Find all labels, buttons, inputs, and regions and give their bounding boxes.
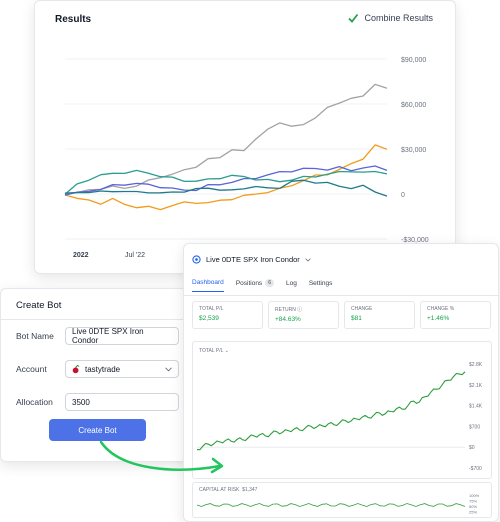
cherry-logo-icon <box>72 364 80 373</box>
y-tick-label: $90,000 <box>401 57 426 64</box>
total-pl-label[interactable]: TOTAL P/L ⌄ <box>199 348 229 354</box>
chevron-down-icon <box>305 257 311 262</box>
y-tick-label: 100% <box>469 493 480 498</box>
tab-log-label: Log <box>285 279 297 287</box>
x-tick-label: 2022 <box>73 252 89 259</box>
stat-return: RETURN ⓘ +84.63% <box>268 301 339 329</box>
y-tick-label: 50% <box>469 504 477 509</box>
stat-value: +84.63% <box>275 316 301 323</box>
tab-positions-label: Positions <box>235 279 263 287</box>
stat-total-pl: TOTAL P/L $2,539 <box>192 301 263 329</box>
stat-value: $81 <box>351 315 362 322</box>
x-tick-label: Jul '22 <box>125 252 145 259</box>
tab-log[interactable]: Log <box>286 279 297 292</box>
allocation-field[interactable]: 3500 <box>65 393 179 411</box>
create-bot-title: Create Bot <box>16 300 62 311</box>
y-tick-label: 25% <box>469 510 477 515</box>
y-tick-label: 0 <box>401 192 405 199</box>
divider <box>1 319 199 320</box>
bot-title: Live 0DTE SPX Iron Condor <box>206 255 300 264</box>
y-tick-label: $2.1K <box>469 383 483 389</box>
chevron-down-icon <box>165 366 172 372</box>
account-select[interactable]: tastytrade <box>65 360 179 378</box>
create-bot-button[interactable]: Create Bot <box>49 419 146 441</box>
account-label: Account <box>16 364 47 374</box>
checkmark-icon[interactable] <box>347 12 359 24</box>
divider <box>184 295 498 296</box>
allocation-value: 3500 <box>72 397 90 407</box>
stat-label: TOTAL P/L <box>199 306 224 312</box>
total-pl-chart: $2.8K $2.1K $1.4K $700 $0 -$700 <box>196 362 483 472</box>
bot-tabs: Dashboard Positions 6 Log Settings <box>192 279 332 292</box>
stat-label: CHANGE <box>351 306 373 312</box>
y-tick-label: $30,000 <box>401 147 426 154</box>
bot-icon <box>192 255 201 264</box>
y-tick-label: $60,000 <box>401 102 426 109</box>
stat-label: RETURN ⓘ <box>275 307 303 313</box>
stat-value: +1.46% <box>427 315 450 322</box>
capital-at-risk-chart: 100%75%50%25% <box>196 493 480 515</box>
y-tick-label: $0 <box>469 445 475 451</box>
results-chart: $90,000$60,000$30,0000-$30,0002022 Jul '2… <box>64 57 429 259</box>
results-card: Results Combine Results $90,000 $60,000 $3… <box>34 0 456 274</box>
tab-settings[interactable]: Settings <box>309 279 333 292</box>
pl-label-text: TOTAL P/L <box>199 348 224 354</box>
allocation-label: Allocation <box>16 397 53 407</box>
bot-title-row[interactable]: Live 0DTE SPX Iron Condor <box>192 255 311 264</box>
flow-arrow-icon <box>99 440 224 474</box>
capital-at-risk-section: CAPITAL AT RISK $1,347 100% 75% 50% 25% <box>192 482 492 518</box>
risk-line <box>196 503 466 507</box>
y-tick-label: 75% <box>469 499 477 504</box>
stat-label: CHANGE % <box>427 306 455 312</box>
y-tick-label: $2.8K <box>469 362 483 368</box>
combine-results-toggle[interactable]: Combine Results <box>347 12 433 24</box>
combine-results-label: Combine Results <box>364 13 433 23</box>
bot-dashboard-card: Live 0DTE SPX Iron Condor Dashboard Posi… <box>183 243 499 522</box>
tab-dashboard-label: Dashboard <box>192 279 224 286</box>
tab-dashboard[interactable]: Dashboard <box>192 279 224 292</box>
y-tick-label: $700 <box>469 424 480 430</box>
y-tick-label: -$700 <box>469 466 482 472</box>
account-value: tastytrade <box>85 364 121 374</box>
bot-name-label: Bot Name <box>16 331 54 341</box>
stat-change: CHANGE $81 <box>344 301 415 329</box>
positions-count-badge: 6 <box>265 279 274 287</box>
total-pl-section: TOTAL P/L ⌄ $2.8K $2.1K $1.4K $700 $0 -$700 <box>192 341 492 479</box>
bot-name-value: Live 0DTE SPX Iron Condor <box>72 327 144 345</box>
stat-change-pct: CHANGE % +1.46% <box>420 301 491 329</box>
y-tick-label: $1.4K <box>469 404 483 410</box>
bot-name-field[interactable]: Live 0DTE SPX Iron Condor <box>65 327 179 345</box>
create-bot-card: Create Bot Bot Name Live 0DTE SPX Iron C… <box>0 288 200 462</box>
pl-line <box>196 371 466 451</box>
results-title: Results <box>55 14 92 25</box>
stat-value: $2,539 <box>199 315 219 322</box>
tab-positions[interactable]: Positions 6 <box>236 279 274 292</box>
tab-settings-label: Settings <box>308 279 333 287</box>
